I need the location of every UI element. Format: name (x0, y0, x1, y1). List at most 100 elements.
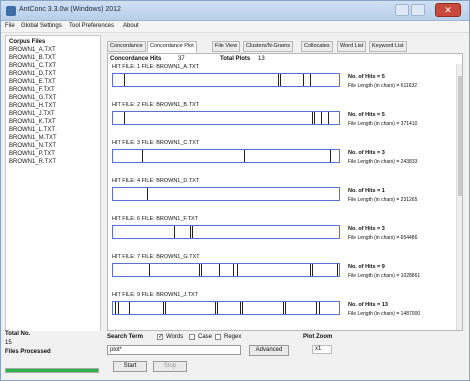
total-files-value: 15 (5, 340, 12, 346)
maximize-button[interactable] (411, 4, 425, 16)
hit-marker[interactable] (280, 74, 281, 86)
plot-caption: HIT FILE: 4 FILE: BROWN1_D.TXT (112, 178, 200, 184)
hit-marker[interactable] (165, 302, 166, 314)
hit-marker[interactable] (240, 302, 241, 314)
search-input[interactable]: plot* (107, 345, 241, 355)
hit-marker[interactable] (316, 302, 317, 314)
corpus-file-item[interactable]: BROWN1_C.TXT (9, 63, 56, 69)
regex-checkbox[interactable] (215, 334, 221, 340)
corpus-file-item[interactable]: BROWN1_G.TXT (9, 95, 56, 101)
hit-marker[interactable] (244, 150, 245, 162)
hit-marker[interactable] (174, 226, 175, 238)
close-button[interactable]: ✕ (435, 3, 461, 17)
hit-marker[interactable] (163, 302, 164, 314)
corpus-file-item[interactable]: BROWN1_A.TXT (9, 47, 56, 53)
hit-marker[interactable] (319, 302, 320, 314)
plot-block: HIT FILE: 2 FILE: BROWN1_B.TXT No. of Hit… (110, 102, 456, 140)
corpus-file-item[interactable]: BROWN1_L.TXT (9, 127, 55, 133)
hit-marker[interactable] (115, 302, 116, 314)
menu-global-settings[interactable]: Global Settings (21, 23, 62, 29)
corpus-file-item[interactable]: BROWN1_P.TXT (9, 151, 55, 157)
hit-marker[interactable] (303, 74, 304, 86)
hit-marker[interactable] (330, 150, 331, 162)
hit-plot-bar[interactable] (112, 187, 340, 201)
plot-caption: HIT FILE: 2 FILE: BROWN1_B.TXT (112, 102, 200, 108)
menu-file[interactable]: File (5, 23, 15, 29)
tab-keyword-list[interactable]: Keyword List (369, 41, 407, 52)
hit-plot-bar[interactable] (112, 111, 340, 125)
corpus-file-item[interactable]: BROWN1_M.TXT (9, 135, 57, 141)
menu-tool-preferences[interactable]: Tool Preferences (69, 23, 114, 29)
hit-marker[interactable] (217, 302, 218, 314)
plot-file-length: File Length (in chars) = 371410 (348, 121, 418, 127)
hit-marker[interactable] (118, 302, 119, 314)
window-title: AntConc 3.3.0w (Windows) 2012 (19, 6, 121, 13)
hit-marker[interactable] (321, 112, 322, 124)
case-checkbox[interactable] (189, 334, 195, 340)
minimize-button[interactable] (395, 4, 409, 16)
hit-marker[interactable] (337, 264, 338, 276)
corpus-stats: Total No. 15 Files Processed (5, 331, 101, 379)
start-button[interactable]: Start (113, 361, 147, 372)
hit-marker[interactable] (314, 112, 315, 124)
corpus-file-item[interactable]: BROWN1_F.TXT (9, 87, 55, 93)
hit-marker[interactable] (149, 264, 150, 276)
tab-word-list[interactable]: Word List (337, 41, 367, 52)
hit-marker[interactable] (199, 264, 200, 276)
hit-marker[interactable] (312, 264, 313, 276)
tab-clusters-ngrams[interactable]: Clusters/N-Grams (243, 41, 294, 52)
corpus-file-item[interactable]: BROWN1_B.TXT (9, 55, 56, 61)
hit-plot-bar[interactable] (112, 263, 340, 277)
stop-button[interactable]: Stop (153, 361, 187, 372)
corpus-file-item[interactable]: BROWN1_J.TXT (9, 111, 55, 117)
plot-zoom-label: Plot Zoom (303, 334, 333, 340)
corpus-file-item[interactable]: BROWN1_R.TXT (9, 159, 56, 165)
hit-marker[interactable] (124, 74, 125, 86)
files-processed-progress (5, 368, 99, 373)
hit-marker[interactable] (147, 188, 148, 200)
corpus-file-item[interactable]: BROWN1_K.TXT (9, 119, 56, 125)
hit-marker[interactable] (283, 302, 284, 314)
corpus-file-item[interactable]: BROWN1_E.TXT (9, 79, 56, 85)
hit-marker[interactable] (233, 264, 234, 276)
concordance-plot-panel: Concordance Hits 37 Total Plots 13 HIT F… (107, 53, 463, 331)
hit-marker[interactable] (278, 74, 279, 86)
hit-marker[interactable] (310, 74, 311, 86)
hit-marker[interactable] (192, 226, 193, 238)
total-files-label: Total No. (5, 331, 31, 337)
plot-hits-count: No. of Hits = 5 (348, 112, 385, 118)
hit-marker[interactable] (285, 302, 286, 314)
hit-marker[interactable] (124, 112, 125, 124)
plot-scrollbar[interactable] (456, 64, 462, 330)
corpus-file-item[interactable]: BROWN1_H.TXT (9, 103, 56, 109)
hit-marker[interactable] (142, 150, 143, 162)
hit-marker[interactable] (129, 302, 130, 314)
hit-plot-bar[interactable] (112, 301, 340, 315)
corpus-file-item[interactable]: BROWN1_D.TXT (9, 71, 56, 77)
tab-collocates[interactable]: Collocates (301, 41, 333, 52)
hit-marker[interactable] (328, 112, 329, 124)
hit-marker[interactable] (201, 264, 202, 276)
tab-file-view[interactable]: File View (212, 41, 241, 52)
advanced-button[interactable]: Advanced (249, 345, 289, 356)
hit-plot-bar[interactable] (112, 149, 340, 163)
words-checkbox[interactable] (157, 333, 163, 340)
hit-marker[interactable] (312, 112, 313, 124)
plot-file-length: File Length (in chars) = 1028861 (348, 273, 421, 279)
plot-caption: HIT FILE: 9 FILE: BROWN1_J.TXT (112, 292, 199, 298)
hit-marker[interactable] (215, 302, 216, 314)
menu-about[interactable]: About (123, 23, 139, 29)
hit-marker[interactable] (219, 264, 220, 276)
hit-plot-bar[interactable] (112, 73, 340, 87)
hit-marker[interactable] (310, 264, 311, 276)
tab-concordance[interactable]: Concordance (107, 41, 146, 52)
hit-marker[interactable] (190, 226, 191, 238)
corpus-file-item[interactable]: BROWN1_N.TXT (9, 143, 56, 149)
plot-block: HIT FILE: 1 FILE: BROWN1_A.TXT No. of Hit… (110, 64, 456, 102)
hit-marker[interactable] (237, 264, 238, 276)
scroll-thumb[interactable] (458, 76, 462, 196)
plot-zoom-spinner[interactable]: x1 (312, 345, 332, 354)
hit-plot-bar[interactable] (112, 225, 340, 239)
hit-marker[interactable] (242, 302, 243, 314)
tab-concordance-plot[interactable]: Concordance Plot (147, 41, 197, 53)
